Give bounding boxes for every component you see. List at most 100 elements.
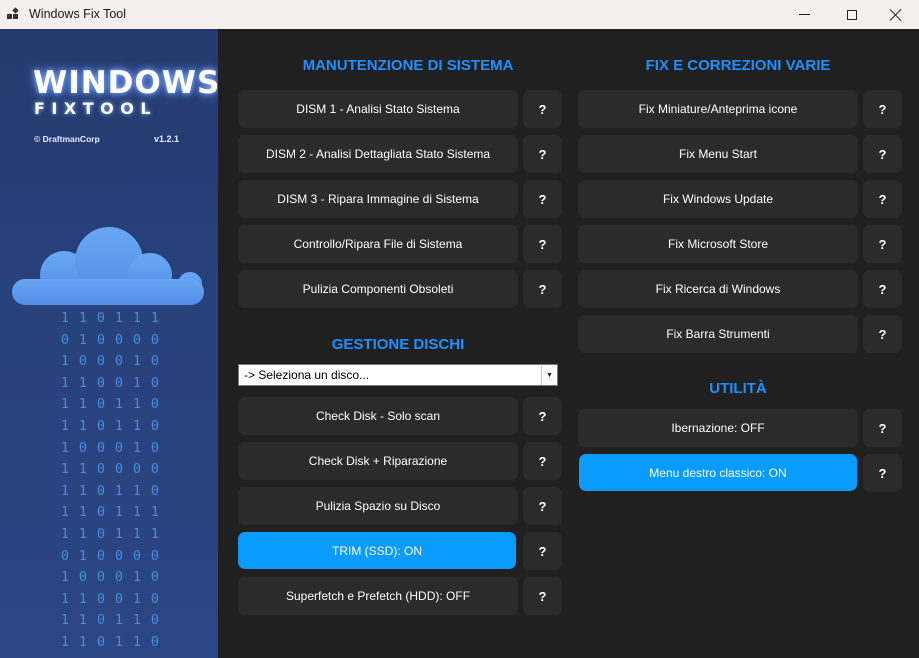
binary-row: 010000 [40, 330, 180, 352]
maximize-button[interactable] [829, 0, 875, 29]
binary-row: 110010 [40, 589, 180, 611]
binary-digit: 1 [78, 310, 88, 326]
binary-digit: 1 [132, 374, 142, 391]
binary-row: 010000 [40, 546, 180, 568]
superfetch-help-button[interactable]: ? [523, 577, 562, 615]
cleanup-components-help-button[interactable]: ? [523, 270, 562, 308]
binary-digit: 0 [114, 461, 124, 478]
fix-search-button[interactable]: Fix Ricerca di Windows [578, 270, 858, 308]
superfetch-toggle-button[interactable]: Superfetch e Prefetch (HDD): OFF [238, 577, 518, 615]
binary-digit: 1 [60, 396, 70, 413]
section-title-dischi: GESTIONE DISCHI [331, 336, 465, 353]
binary-digit: 0 [78, 353, 88, 370]
copyright-text: © DraftmanCorp [34, 134, 100, 144]
dism2-help-button[interactable]: ? [523, 135, 562, 173]
trim-toggle-button[interactable]: TRIM (SSD): ON [238, 532, 516, 569]
minimize-button[interactable] [781, 0, 827, 29]
fix-microsoft-store-button[interactable]: Fix Microsoft Store [578, 225, 858, 263]
classic-context-menu-help-button[interactable]: ? [863, 454, 902, 492]
binary-digit: 1 [78, 633, 88, 650]
binary-digit: 0 [60, 331, 70, 348]
binary-digit: 1 [78, 396, 88, 413]
binary-digit: 1 [150, 310, 160, 326]
binary-digit: 0 [114, 353, 124, 370]
binary-digit: 0 [150, 633, 160, 650]
binary-digit: 1 [114, 633, 124, 650]
binary-digit: 0 [96, 590, 106, 607]
cleanup-components-button[interactable]: Pulizia Componenti Obsoleti [238, 270, 518, 308]
hibernation-help-button[interactable]: ? [863, 409, 902, 447]
binary-digit: 1 [132, 633, 142, 650]
trim-help-button[interactable]: ? [523, 532, 562, 570]
binary-digit: 0 [150, 461, 160, 478]
fix-microsoft-store-help-button[interactable]: ? [863, 225, 902, 263]
classic-context-menu-toggle-button[interactable]: Menu destro classico: ON [579, 454, 857, 491]
binary-digit: 0 [96, 633, 106, 650]
binary-digit: 0 [78, 569, 88, 586]
binary-digit: 1 [60, 569, 70, 586]
disk-cleanup-button[interactable]: Pulizia Spazio su Disco [238, 487, 518, 525]
fix-search-help-button[interactable]: ? [863, 270, 902, 308]
fix-start-menu-button[interactable]: Fix Menu Start [578, 135, 858, 173]
binary-digit: 0 [96, 353, 106, 370]
binary-digit: 0 [96, 525, 106, 542]
fix-start-menu-help-button[interactable]: ? [863, 135, 902, 173]
binary-row: 100010 [40, 654, 180, 658]
binary-digit: 1 [150, 504, 160, 521]
binary-digit: 1 [60, 374, 70, 391]
binary-digit: 0 [96, 439, 106, 456]
dism1-button[interactable]: DISM 1 - Analisi Stato Sistema [238, 90, 518, 128]
binary-digit: 1 [132, 417, 142, 434]
chevron-down-icon[interactable]: ▼ [541, 365, 557, 385]
fix-taskbar-help-button[interactable]: ? [863, 315, 902, 353]
fix-thumbnails-help-button[interactable]: ? [863, 90, 902, 128]
binary-digit: 1 [114, 504, 124, 521]
dism1-help-button[interactable]: ? [523, 90, 562, 128]
binary-digit: 1 [78, 331, 88, 348]
binary-row: 110111 [40, 502, 180, 524]
binary-digit: 0 [114, 439, 124, 456]
hibernation-toggle-button[interactable]: Ibernazione: OFF [578, 409, 858, 447]
binary-digit: 0 [96, 482, 106, 499]
binary-digit: 0 [132, 331, 142, 348]
disk-cleanup-help-button[interactable]: ? [523, 487, 562, 525]
close-button[interactable] [873, 0, 919, 29]
checkdisk-scan-help-button[interactable]: ? [523, 397, 562, 435]
dism2-button[interactable]: DISM 2 - Analisi Dettagliata Stato Siste… [238, 135, 518, 173]
sfc-help-button[interactable]: ? [523, 225, 562, 263]
checkdisk-scan-button[interactable]: Check Disk - Solo scan [238, 397, 518, 435]
checkdisk-repair-button[interactable]: Check Disk + Riparazione [238, 442, 518, 480]
binary-digit: 1 [150, 525, 160, 542]
logo-title: WINDOWS [33, 65, 218, 101]
window-title: Windows Fix Tool [29, 7, 127, 21]
fix-taskbar-button[interactable]: Fix Barra Strumenti [578, 315, 858, 353]
binary-row: 110110 [40, 610, 180, 632]
fix-windows-update-help-button[interactable]: ? [863, 180, 902, 218]
binary-digit: 0 [132, 547, 142, 564]
disk-select[interactable]: -> Seleziona un disco... ▼ [238, 364, 558, 386]
binary-digit: 0 [92, 654, 110, 658]
dism3-button[interactable]: DISM 3 - Ripara Immagine di Sistema [238, 180, 518, 218]
fix-thumbnails-button[interactable]: Fix Miniature/Anteprima icone [578, 90, 858, 128]
binary-row: 110111 [40, 524, 180, 546]
binary-digit: 1 [78, 612, 88, 629]
section-title-manutenzione: MANUTENZIONE DI SISTEMA [302, 57, 514, 74]
dism3-help-button[interactable]: ? [523, 180, 562, 218]
binary-digit: 1 [60, 417, 70, 434]
binary-digit: 1 [60, 482, 70, 499]
binary-digit: 0 [114, 374, 124, 391]
fix-windows-update-button[interactable]: Fix Windows Update [578, 180, 858, 218]
binary-digit: 1 [132, 569, 142, 586]
checkdisk-repair-help-button[interactable]: ? [523, 442, 562, 480]
sidebar: WINDOWS FIXTOOL © DraftmanCorp v1.2.1 11… [0, 29, 218, 658]
binary-digit: 0 [150, 439, 160, 456]
binary-digit: 1 [60, 461, 70, 478]
sfc-button[interactable]: Controllo/Ripara File di Sistema [238, 225, 518, 263]
binary-digit: 0 [150, 331, 160, 348]
section-title-utilita: UTILITÀ [709, 380, 767, 397]
binary-row: 110110 [40, 632, 180, 654]
binary-digit: 0 [114, 331, 124, 348]
binary-digit: 0 [150, 547, 160, 564]
binary-digit: 0 [96, 396, 106, 413]
binary-rain: 1101110100001000101100101101101101101000… [40, 308, 180, 658]
